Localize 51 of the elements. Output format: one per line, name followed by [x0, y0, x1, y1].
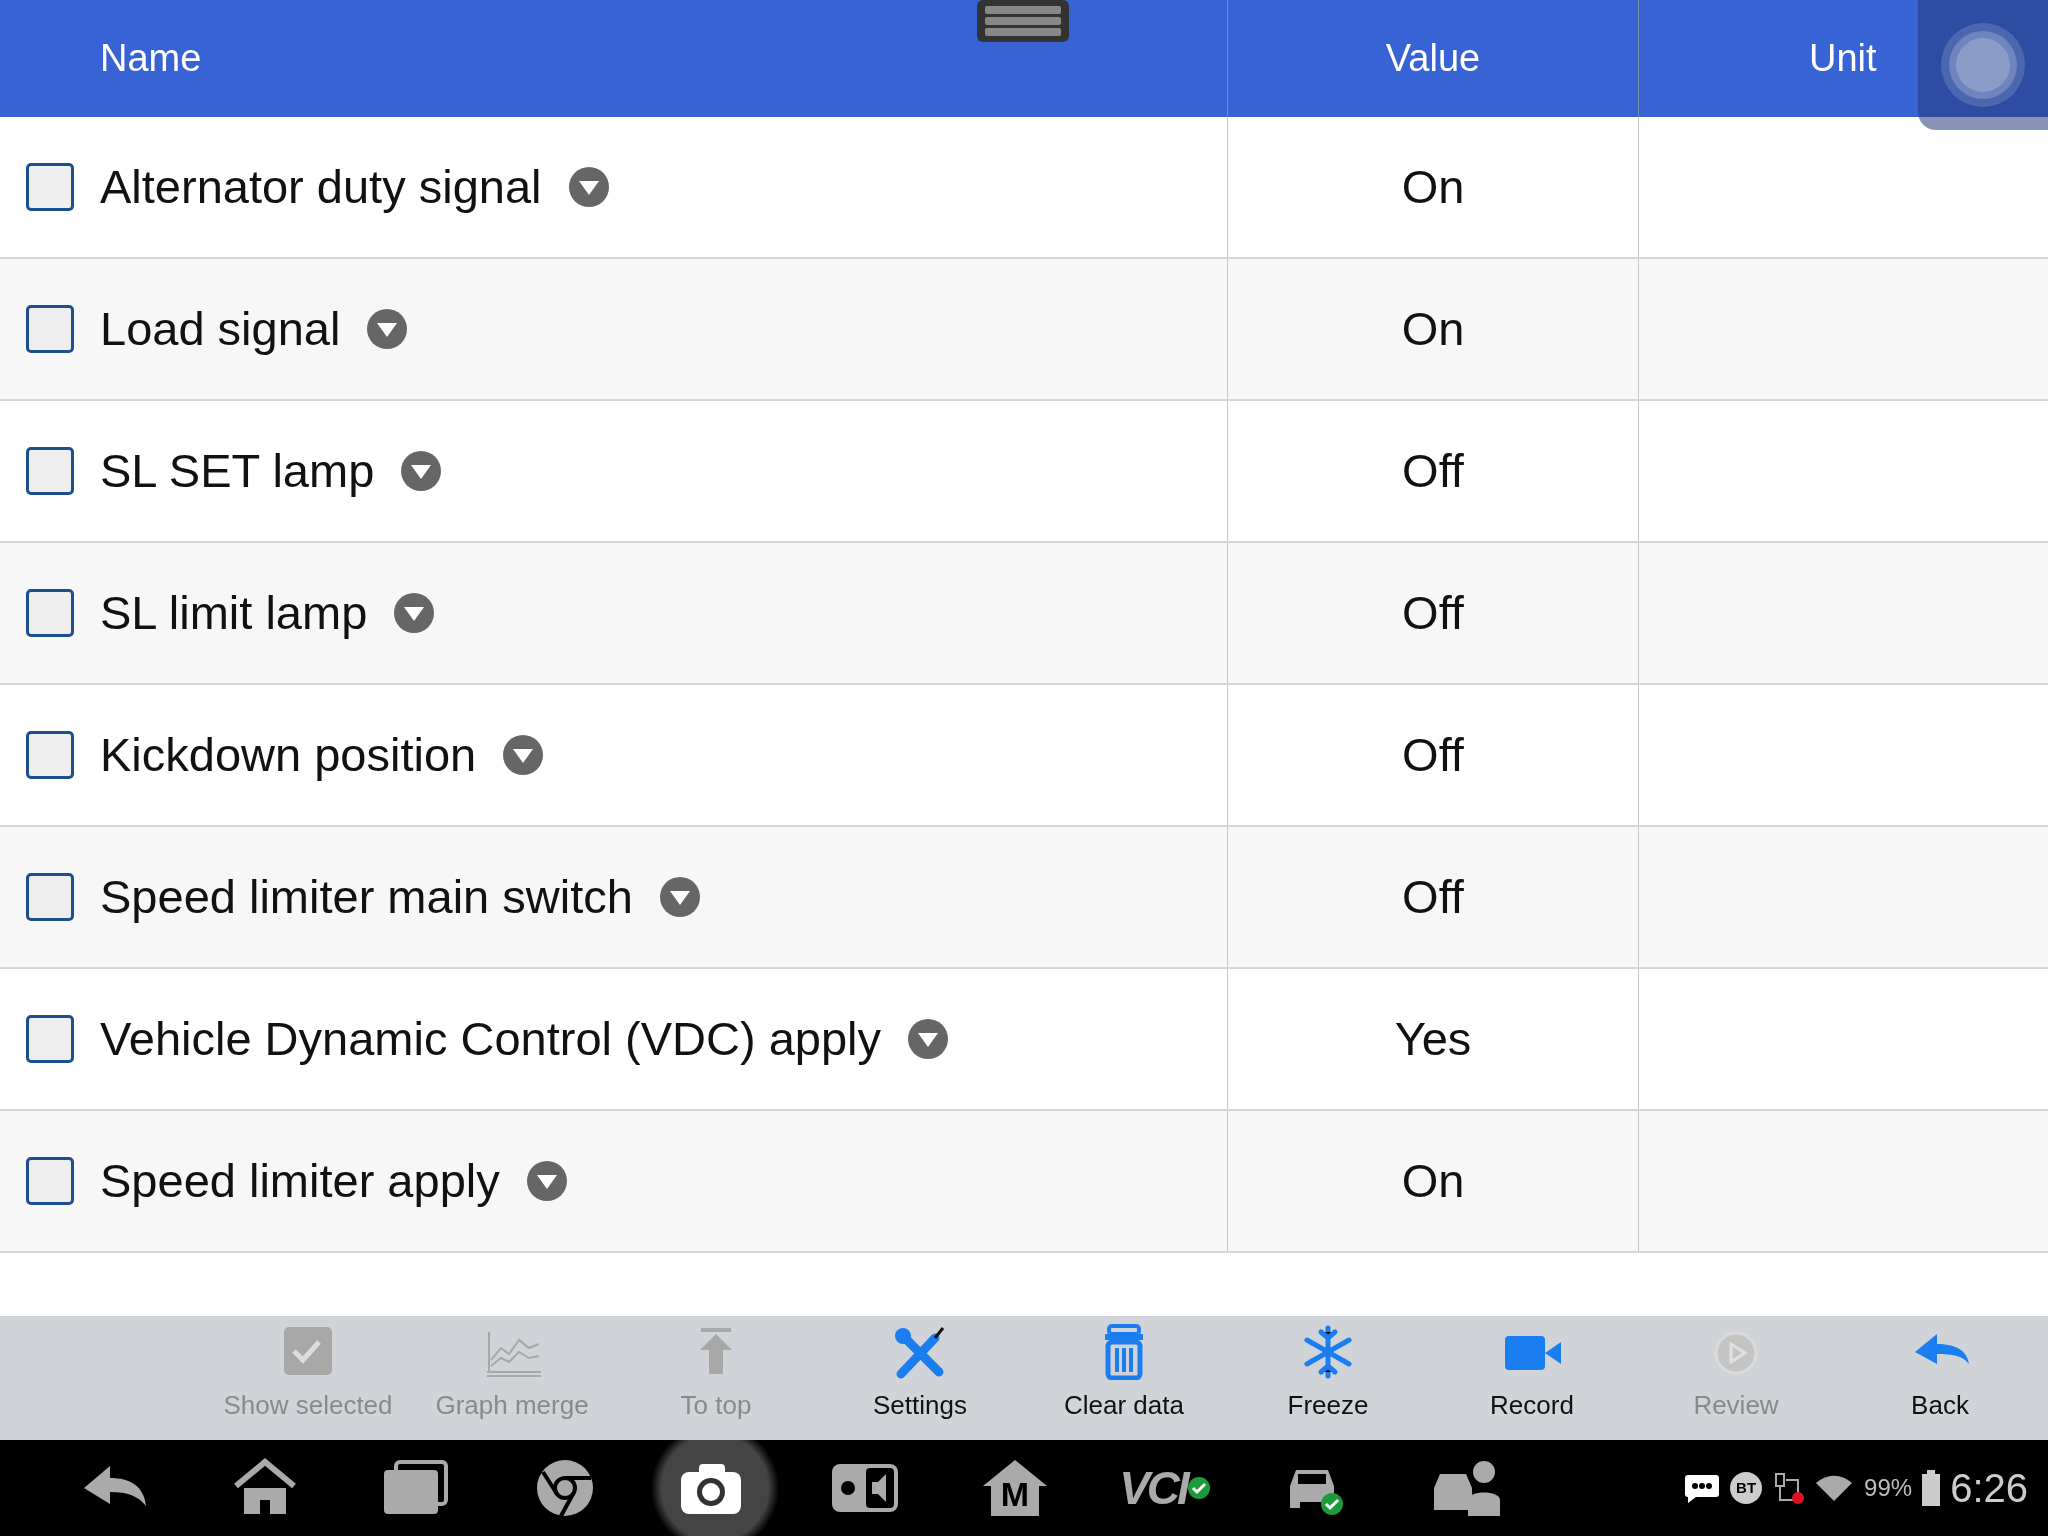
vci-label[interactable]: VCI	[1119, 1453, 1187, 1523]
parameter-name: Speed limiter apply	[100, 1152, 500, 1209]
checkbox[interactable]	[26, 731, 74, 779]
clock: 6:26	[1950, 1465, 2028, 1512]
checkbox[interactable]	[26, 1157, 74, 1205]
toolbar-button[interactable]: Settings	[818, 1316, 1022, 1440]
parameter-name: Kickdown position	[100, 726, 477, 783]
parameter-value: Off	[1402, 442, 1464, 499]
checkbox[interactable]	[26, 447, 74, 495]
battery-level: 99%	[1864, 1473, 1913, 1503]
parameter-value: Off	[1402, 726, 1464, 783]
value-column-header: Value	[1385, 36, 1481, 81]
parameter-value: On	[1401, 300, 1465, 357]
toolbar-button[interactable]: Clear data	[1022, 1316, 1226, 1440]
unit-column-header: Unit	[1809, 36, 1877, 81]
parameter-value: Yes	[1394, 1010, 1472, 1067]
drag-handle-icon	[975, 0, 1071, 44]
parameter-name: SL limit lamp	[100, 584, 368, 641]
dropdown-icon[interactable]	[658, 876, 701, 918]
parameter-name: Speed limiter main switch	[100, 868, 633, 925]
toolbar-button[interactable]: Record	[1430, 1316, 1634, 1440]
parameter-value: Off	[1402, 584, 1464, 641]
dropdown-icon[interactable]	[393, 592, 436, 634]
dropdown-icon[interactable]	[366, 308, 409, 350]
dropdown-icon[interactable]	[502, 734, 545, 776]
checkbox[interactable]	[26, 305, 74, 353]
chat-icon	[1684, 1473, 1721, 1503]
bluetooth-status: BT	[1730, 1472, 1763, 1504]
dropdown-icon[interactable]	[567, 166, 610, 208]
dropdown-icon[interactable]	[400, 450, 443, 492]
dropdown-icon[interactable]	[525, 1160, 568, 1202]
floating-button[interactable]	[1918, 0, 2048, 130]
checkbox[interactable]	[26, 1015, 74, 1063]
toolbar-button[interactable]: Back	[1838, 1316, 2042, 1440]
parameter-value: On	[1401, 1152, 1465, 1209]
name-column-header: Name	[100, 36, 202, 81]
battery-icon	[1922, 1470, 1941, 1506]
toolbar-button[interactable]: Freeze	[1226, 1316, 1430, 1440]
wifi-icon	[1814, 1473, 1855, 1503]
network-error-icon	[1772, 1472, 1805, 1504]
checkbox[interactable]	[26, 873, 74, 921]
parameter-name: Vehicle Dynamic Control (VDC) apply	[100, 1010, 881, 1067]
parameter-name: SL SET lamp	[100, 442, 375, 499]
parameter-name: Load signal	[100, 300, 341, 357]
parameter-value: On	[1401, 158, 1465, 215]
checkbox[interactable]	[26, 589, 74, 637]
parameter-value: Off	[1402, 868, 1464, 925]
checkbox[interactable]	[26, 163, 74, 211]
dropdown-icon[interactable]	[907, 1018, 949, 1060]
m-icon[interactable]: M	[1000, 1468, 1030, 1520]
parameter-name: Alternator duty signal	[100, 158, 542, 215]
